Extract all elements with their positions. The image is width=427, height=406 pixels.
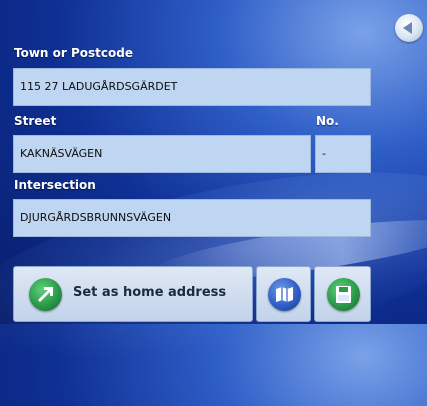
intersection-label: Intersection [14,178,96,192]
back-arrow-icon [403,22,412,34]
street-label: Street [14,114,57,128]
town-label: Town or Postcode [14,46,133,60]
home-arrow-icon [29,278,62,311]
number-field[interactable]: - [315,135,371,173]
set-home-label: Set as home address [73,285,227,300]
save-icon [327,278,360,311]
street-field[interactable]: KAKNÄSVÄGEN [13,135,311,173]
map-button[interactable] [256,266,311,322]
save-button[interactable] [314,266,371,322]
set-home-button[interactable]: Set as home address [13,266,253,322]
number-label: No. [316,114,339,128]
map-icon [268,278,301,311]
town-field[interactable]: 115 27 LADUGÅRDSGÄRDET [13,68,371,106]
back-button[interactable] [395,14,423,42]
intersection-field[interactable]: DJURGÅRDSBRUNNSVÄGEN [13,199,371,237]
